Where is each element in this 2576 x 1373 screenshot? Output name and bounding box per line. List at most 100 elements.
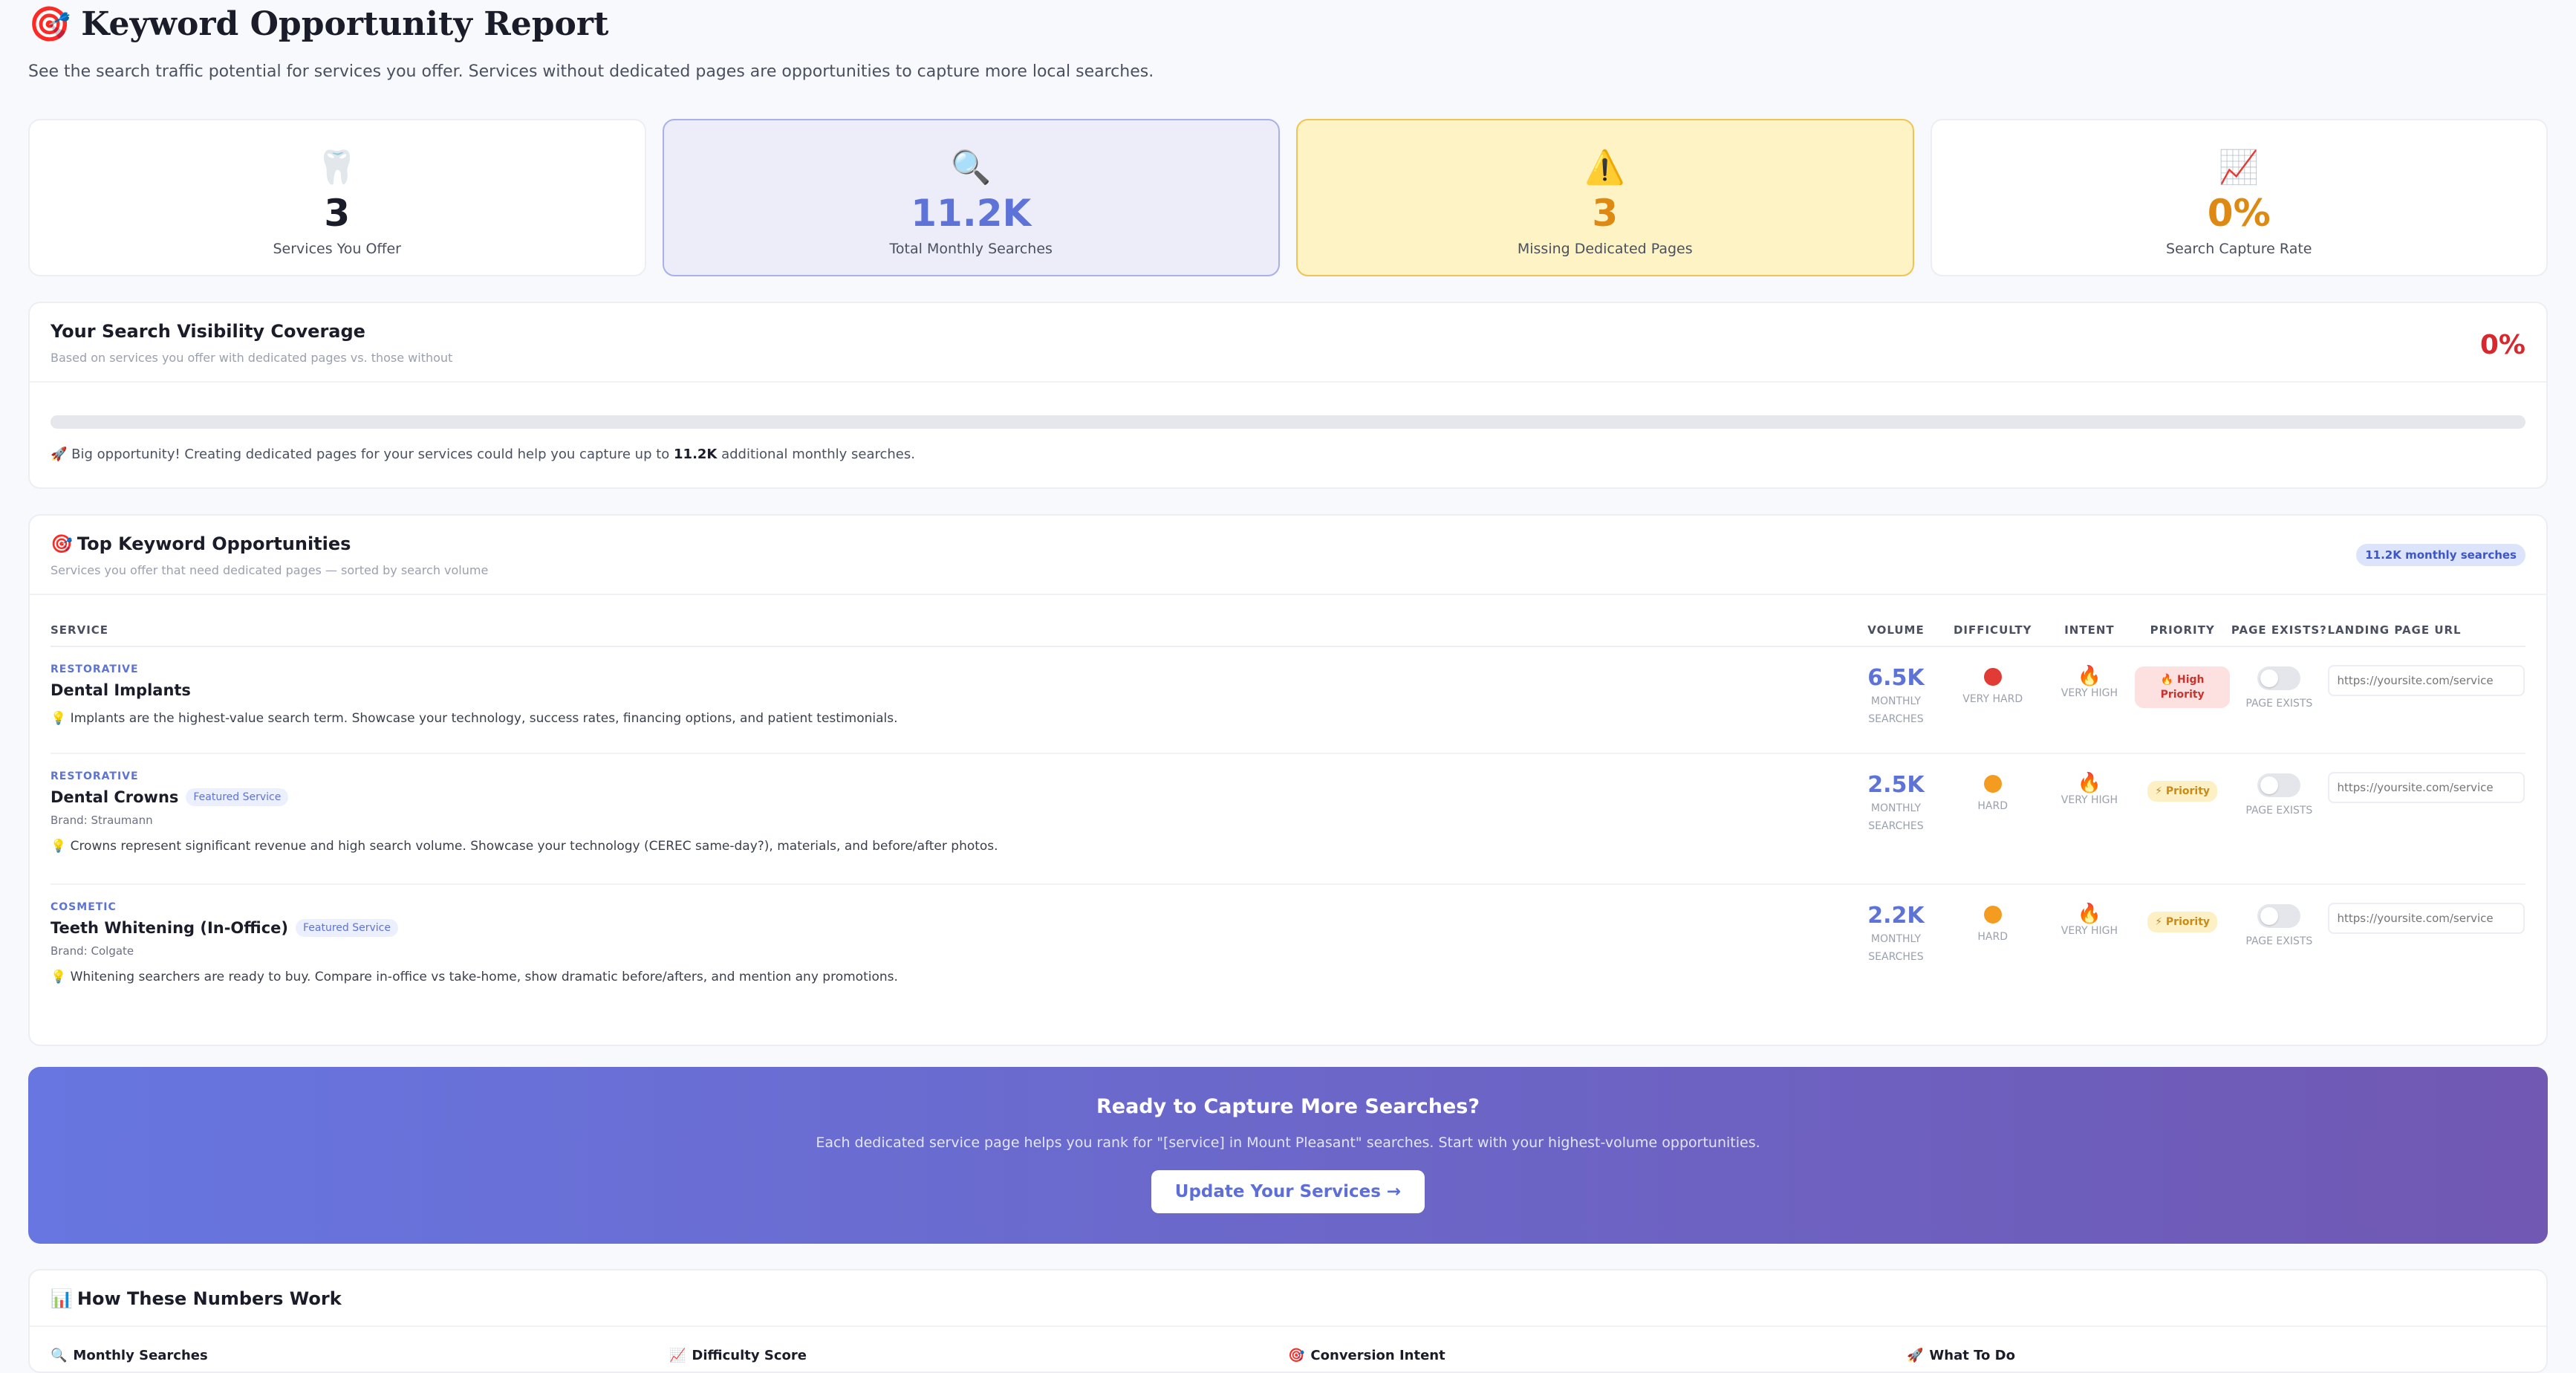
volume-label: MONTHLY SEARCHES	[1852, 930, 1939, 966]
page-title-text: Keyword Opportunity Report	[81, 4, 609, 43]
page-exists-label: PAGE EXISTS	[2245, 935, 2313, 947]
chart-up-icon: 📈	[2218, 149, 2260, 186]
landing-url-input[interactable]	[2328, 772, 2525, 803]
how-title-text: How These Numbers Work	[77, 1288, 342, 1309]
stat-card-searches: 🔍 11.2K Total Monthly Searches	[662, 119, 1280, 276]
volume-value: 2.2K	[1867, 903, 1925, 929]
service-name-text: Teeth Whitening (In-Office)	[51, 919, 288, 937]
service-name-text: Dental Crowns	[51, 788, 179, 806]
coverage-progress-bar	[51, 415, 2525, 429]
page-subtitle: See the search traffic potential for ser…	[28, 62, 1154, 81]
landing-url-input[interactable]	[2328, 903, 2525, 934]
page-exists-toggle[interactable]	[2257, 773, 2301, 797]
stat-card-services: 🦷 3 Services You Offer	[28, 119, 646, 276]
volume-label-line1: MONTHLY	[1870, 695, 1922, 707]
fire-icon: 🔥	[2077, 772, 2102, 794]
stat-value: 11.2K	[911, 192, 1032, 235]
coverage-title: Your Search Visibility Coverage	[51, 321, 365, 342]
col-volume: VOLUME	[1851, 595, 1941, 647]
intent-label: VERY HIGH	[2061, 794, 2118, 806]
page-exists-label: PAGE EXISTS	[2245, 698, 2313, 710]
stat-label: Missing Dedicated Pages	[1517, 241, 1693, 257]
coverage-note-value: 11.2K	[674, 447, 718, 462]
tooth-icon: 🦷	[316, 149, 358, 186]
coverage-note: 🚀 Big opportunity! Creating dedicated pa…	[51, 447, 2525, 462]
col-landing-url: LANDING PAGE URL	[2327, 595, 2525, 647]
bar-chart-icon: 📊	[51, 1288, 73, 1309]
service-tip: 💡 Implants are the highest-value search …	[51, 711, 898, 726]
priority-badge: ⚡ Priority	[2147, 912, 2218, 932]
opportunities-panel: 🎯 Top Keyword Opportunities Services you…	[28, 514, 2548, 1046]
coverage-note-prefix: 🚀 Big opportunity! Creating dedicated pa…	[51, 447, 674, 462]
target-icon: 🎯	[28, 3, 71, 44]
col-difficulty: DIFFICULTY	[1940, 595, 2045, 647]
how-col-label: Difficulty Score	[692, 1348, 807, 1363]
volume-value: 2.5K	[1867, 772, 1925, 798]
fire-icon: 🔥	[2077, 903, 2102, 925]
how-numbers-panel: 📊 How These Numbers Work 🔍 Monthly Search…	[28, 1269, 2548, 1373]
monthly-searches-badge: 11.2K monthly searches	[2356, 544, 2525, 566]
page-exists-label: PAGE EXISTS	[2245, 805, 2313, 817]
how-title: 📊 How These Numbers Work	[51, 1288, 2525, 1309]
service-brand: Brand: Straumann	[51, 814, 153, 827]
landing-url-input[interactable]	[2328, 665, 2525, 696]
update-services-button[interactable]: Update Your Services →	[1151, 1170, 1425, 1213]
coverage-percent: 0%	[2479, 330, 2525, 360]
priority-badge: ⚡ Priority	[2147, 781, 2218, 802]
service-tip: 💡 Crowns represent significant revenue a…	[51, 839, 998, 854]
stat-value: 3	[324, 192, 351, 235]
stats-row: 🦷 3 Services You Offer 🔍 11.2K Total Mon…	[28, 119, 2548, 276]
volume-value: 6.5K	[1867, 665, 1925, 691]
service-category: COSMETIC	[51, 901, 117, 913]
col-service: SERVICE	[51, 595, 1852, 647]
volume-label-line2: SEARCHES	[1868, 820, 1924, 832]
intent-label: VERY HIGH	[2061, 687, 2118, 699]
stat-label: Services You Offer	[273, 241, 402, 257]
page-exists-toggle[interactable]	[2257, 666, 2301, 690]
how-col-label: Monthly Searches	[73, 1348, 208, 1363]
magnifier-icon: 🔍	[51, 1348, 68, 1363]
how-col-what-to-do: 🚀 What To Do	[1907, 1348, 2525, 1363]
how-col-label: What To Do	[1929, 1348, 2015, 1363]
cta-subtitle: Each dedicated service page helps you ra…	[816, 1135, 1760, 1151]
target-icon: 🎯	[1288, 1348, 1305, 1363]
service-name: Teeth Whitening (In-Office) Featured Ser…	[51, 919, 1851, 937]
service-tip: 💡 Whitening searchers are ready to buy. …	[51, 970, 898, 984]
volume-label-line1: MONTHLY	[1870, 933, 1922, 945]
difficulty-dot-icon	[1983, 775, 2002, 793]
warning-icon: ⚠️	[1584, 149, 1626, 186]
service-name: Dental Crowns Featured Service	[51, 788, 1851, 806]
stat-card-capture-rate: 📈 0% Search Capture Rate	[1930, 119, 2548, 276]
difficulty-dot-icon	[1983, 906, 2002, 924]
magnifier-icon: 🔍	[950, 149, 992, 186]
page-exists-toggle[interactable]	[2257, 904, 2301, 928]
rocket-icon: 🚀	[1907, 1348, 1924, 1363]
service-category: RESTORATIVE	[51, 663, 139, 675]
difficulty-label: VERY HARD	[1962, 693, 2023, 705]
fire-icon: 🔥	[2077, 665, 2102, 687]
how-col-monthly-searches: 🔍 Monthly Searches	[51, 1348, 669, 1363]
volume-label-line2: SEARCHES	[1868, 713, 1924, 725]
featured-badge: Featured Service	[296, 919, 398, 937]
difficulty-dot-icon	[1983, 668, 2002, 686]
volume-label-line1: MONTHLY	[1870, 802, 1922, 814]
target-icon: 🎯	[51, 533, 73, 554]
coverage-note-suffix: additional monthly searches.	[717, 447, 915, 462]
cta-title: Ready to Capture More Searches?	[1096, 1095, 1480, 1118]
table-row: COSMETIC Teeth Whitening (In-Office) Fea…	[51, 884, 2525, 1015]
how-col-label: Conversion Intent	[1310, 1348, 1445, 1363]
coverage-panel: Your Search Visibility Coverage Based on…	[28, 302, 2548, 489]
opportunities-title: 🎯 Top Keyword Opportunities	[51, 533, 2525, 554]
service-name: Dental Implants	[51, 681, 1851, 699]
stat-value: 0%	[2207, 192, 2271, 235]
opportunities-subtitle: Services you offer that need dedicated p…	[51, 563, 489, 577]
priority-badge: 🔥 High Priority	[2135, 666, 2231, 708]
featured-badge: Featured Service	[186, 788, 289, 806]
col-priority: PRIORITY	[2134, 595, 2231, 647]
stat-card-missing-pages: ⚠️ 3 Missing Dedicated Pages	[1296, 119, 1914, 276]
stat-value: 3	[1592, 192, 1619, 235]
cta-banner: Ready to Capture More Searches? Each ded…	[28, 1067, 2548, 1244]
col-intent: INTENT	[2044, 595, 2135, 647]
stat-label: Search Capture Rate	[2166, 241, 2312, 257]
difficulty-label: HARD	[1977, 931, 2008, 943]
